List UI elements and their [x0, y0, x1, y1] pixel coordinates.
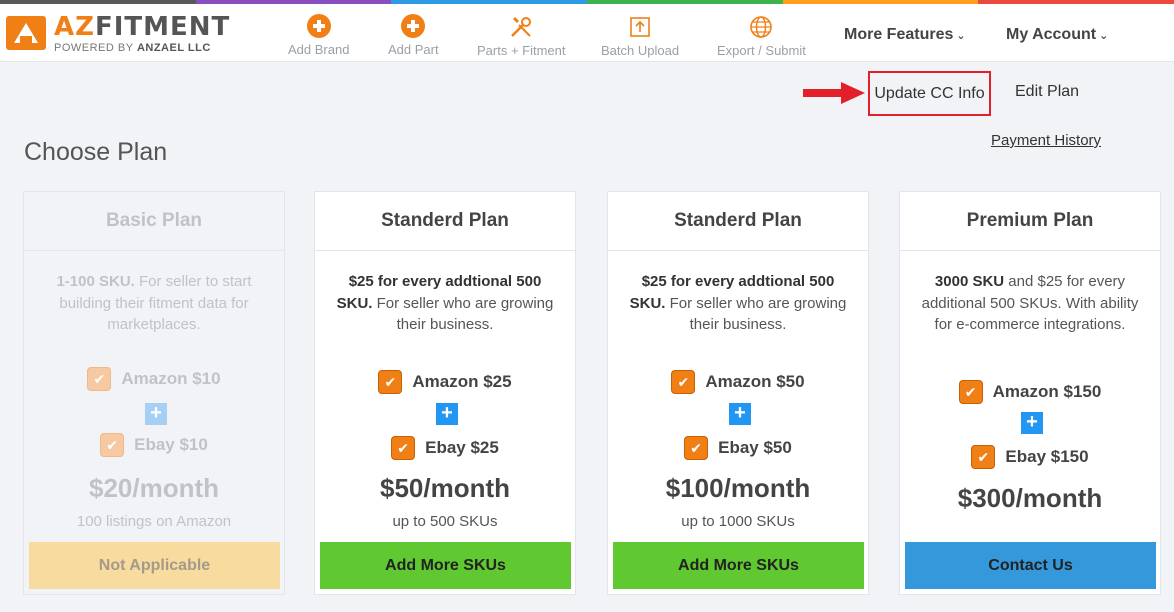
plan-name: Standerd Plan	[608, 192, 868, 251]
menu-more-features-label: More Features	[844, 26, 954, 43]
brand-name-prefix: AZ	[54, 12, 95, 42]
plan-option-ebay[interactable]: ✔ Ebay $25	[315, 436, 575, 460]
logo-mark-icon	[6, 16, 46, 50]
brand-name: AZFITMENT	[54, 12, 230, 42]
page-title: Choose Plan	[24, 138, 168, 166]
plan-name: Standerd Plan	[315, 192, 575, 251]
add-circle-icon	[401, 14, 426, 38]
edit-plan-link[interactable]: Edit Plan	[1015, 83, 1079, 101]
top-header: AZFITMENT POWERED BY ANZAEL LLC Add Bran…	[0, 4, 1174, 62]
plan-option-ebay-label: Ebay $150	[1005, 447, 1089, 466]
red-arrow-icon	[803, 82, 865, 104]
plan-option-ebay: ✔ Ebay $10	[24, 433, 284, 457]
plan-price: $20/month	[88, 473, 220, 503]
plan-name: Basic Plan	[24, 192, 284, 251]
powered-by-company: ANZAEL LLC	[136, 42, 211, 54]
plan-sub-note: 100 listings on Amazon	[76, 513, 232, 530]
add-more-skus-button[interactable]: Add More SKUs	[613, 542, 864, 589]
checkbox-checked-icon[interactable]: ✔	[671, 370, 696, 394]
checkbox-checked-icon[interactable]: ✔	[971, 445, 996, 469]
nav-export-submit-label: Export / Submit	[717, 43, 806, 58]
plan-description: 1-100 SKU. For seller to start building …	[24, 251, 284, 336]
plan-option-amazon[interactable]: ✔ Amazon $50	[608, 370, 868, 394]
upload-icon	[630, 17, 650, 37]
add-more-skus-button[interactable]: Add More SKUs	[320, 542, 571, 589]
brand-name-suffix: FITMENT	[94, 12, 231, 42]
powered-by-prefix: POWERED BY	[54, 42, 137, 54]
plan-option-amazon: ✔ Amazon $10	[24, 367, 284, 391]
plan-option-amazon-label: Amazon $10	[121, 369, 221, 388]
plan-card-standard-500: Standerd Plan $25 for every addtional 50…	[314, 191, 576, 595]
checkbox-checked-icon: ✔	[87, 367, 112, 391]
update-cc-info-link[interactable]: Update CC Info	[868, 71, 991, 116]
plan-description-rest: For seller who are growing their busines…	[372, 294, 554, 334]
plan-option-ebay-label: Ebay $10	[134, 435, 208, 454]
nav-add-part-label: Add Part	[388, 42, 439, 57]
brand-powered-by: POWERED BY ANZAEL LLC	[54, 42, 211, 54]
plan-option-amazon-label: Amazon $50	[705, 372, 805, 391]
plan-sub-note: up to 500 SKUs	[392, 513, 498, 530]
plus-icon: +	[436, 403, 458, 425]
chevron-down-icon: ⌄	[1099, 30, 1109, 42]
plus-icon: +	[1021, 412, 1043, 434]
checkbox-checked-icon[interactable]: ✔	[391, 436, 416, 460]
nav-batch-upload-label: Batch Upload	[601, 43, 680, 58]
plan-description: $25 for every addtional 500 SKU. For sel…	[315, 251, 575, 336]
plan-card-premium: Premium Plan 3000 SKU and $25 for every …	[899, 191, 1161, 595]
nav-parts-fitment-label: Parts + Fitment	[477, 43, 566, 58]
plan-description: $25 for every addtional 500 SKU. For sel…	[608, 251, 868, 336]
nav-export-submit[interactable]: Export / Submit	[717, 14, 806, 58]
plan-sub-note: up to 1000 SKUs	[681, 513, 795, 530]
checkbox-checked-icon: ✔	[100, 433, 125, 457]
menu-my-account[interactable]: My Account ⌄	[1006, 26, 1108, 44]
plus-icon: +	[145, 403, 167, 425]
plus-icon: +	[729, 403, 751, 425]
contact-us-button[interactable]: Contact Us	[905, 542, 1156, 589]
plan-option-ebay[interactable]: ✔ Ebay $50	[608, 436, 868, 460]
not-applicable-button: Not Applicable	[29, 542, 280, 589]
payment-history-link[interactable]: Payment History	[991, 132, 1101, 149]
plan-description-rest: For seller who are growing their busines…	[665, 294, 847, 334]
plan-price: $300/month	[957, 483, 1103, 513]
globe-icon	[750, 16, 773, 38]
checkbox-checked-icon[interactable]: ✔	[684, 436, 709, 460]
plan-card-standard-1000: Standerd Plan $25 for every addtional 50…	[607, 191, 869, 595]
chevron-down-icon: ⌄	[956, 30, 966, 42]
menu-more-features[interactable]: More Features ⌄	[844, 26, 966, 44]
plan-option-ebay[interactable]: ✔ Ebay $150	[900, 445, 1160, 469]
wrench-screwdriver-icon	[511, 16, 532, 37]
nav-add-part[interactable]: Add Part	[388, 14, 439, 57]
plan-description-bold: 1-100 SKU.	[56, 273, 135, 290]
plan-description: 3000 SKU and $25 for every additional 50…	[900, 251, 1160, 336]
add-circle-icon	[306, 14, 331, 38]
brand-logo[interactable]: AZFITMENT POWERED BY ANZAEL LLC	[6, 12, 229, 58]
nav-batch-upload[interactable]: Batch Upload	[601, 14, 679, 58]
plan-card-basic: Basic Plan 1-100 SKU. For seller to star…	[23, 191, 285, 595]
plan-option-amazon-label: Amazon $25	[412, 372, 512, 391]
plan-option-amazon[interactable]: ✔ Amazon $25	[315, 370, 575, 394]
nav-add-brand[interactable]: Add Brand	[288, 14, 349, 57]
checkbox-checked-icon[interactable]: ✔	[378, 370, 403, 394]
checkbox-checked-icon[interactable]: ✔	[958, 380, 983, 404]
plan-option-ebay-label: Ebay $25	[425, 438, 499, 457]
plan-option-amazon-label: Amazon $150	[992, 382, 1102, 401]
plan-description-bold: 3000 SKU	[934, 273, 1005, 290]
nav-parts-fitment[interactable]: Parts + Fitment	[477, 14, 566, 58]
plan-option-ebay-label: Ebay $50	[718, 438, 792, 457]
nav-add-brand-label: Add Brand	[288, 42, 350, 57]
plan-price: $50/month	[379, 473, 511, 503]
plan-name: Premium Plan	[900, 192, 1160, 251]
plan-price: $100/month	[665, 473, 811, 503]
plan-option-amazon[interactable]: ✔ Amazon $150	[900, 380, 1160, 404]
menu-my-account-label: My Account	[1006, 26, 1097, 43]
